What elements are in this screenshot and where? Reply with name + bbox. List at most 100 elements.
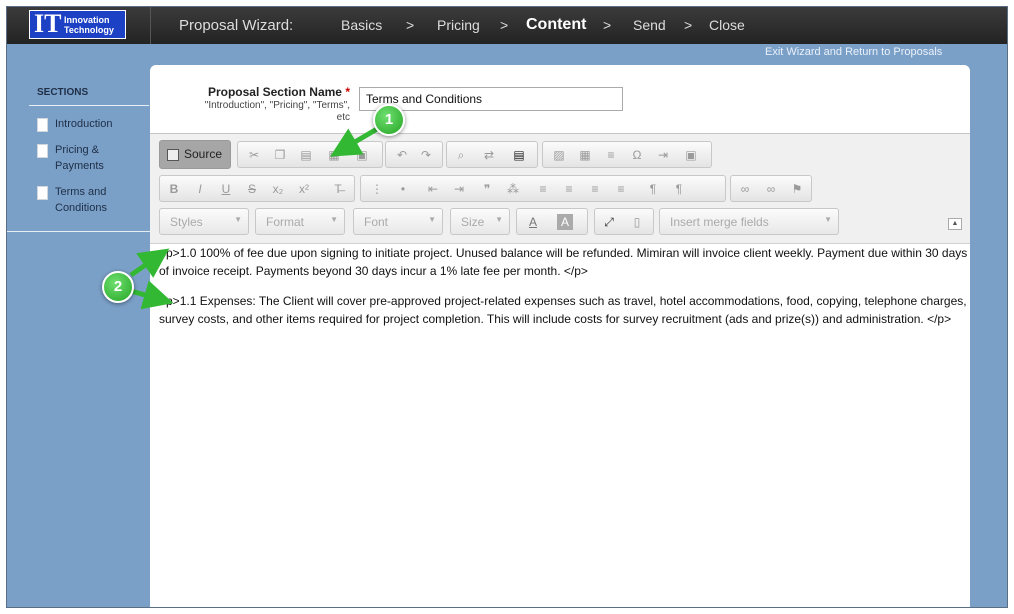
link-group: ∞ ∞ ⚑ xyxy=(730,175,812,202)
remove-format-icon[interactable]: T̶ xyxy=(328,179,348,199)
step-basics[interactable]: Basics xyxy=(341,17,382,33)
text-color-icon[interactable]: A xyxy=(523,212,543,232)
section-name-hint: "Introduction", "Pricing", "Terms", etc xyxy=(204,100,350,123)
redo-icon[interactable]: ↷ xyxy=(416,145,436,165)
strike-icon[interactable]: S xyxy=(242,179,262,199)
chevron-down-icon: ▼ xyxy=(234,215,242,224)
image-icon[interactable]: ▨ xyxy=(549,145,569,165)
source-button[interactable]: Source xyxy=(159,140,231,169)
iframe-icon[interactable]: ▣ xyxy=(681,145,701,165)
special-char-icon[interactable]: Ω xyxy=(627,145,647,165)
find-group: ⌕ ⇄ ▤ xyxy=(446,141,538,168)
insert-group: ▨ ▦ ≡ Ω ⇥ ▣ xyxy=(542,141,712,168)
unlink-icon[interactable]: ∞ xyxy=(761,179,781,199)
chevron-down-icon: ▼ xyxy=(428,215,436,224)
editor-toolbar: Source ✂ ❐ ▤ ▦ ▣ ↶ ↷ ⌕ ⇄ ▤ ▨ ▦ ≡ Ω ⇥ ▣ B… xyxy=(150,134,970,244)
bold-icon[interactable]: B xyxy=(164,179,184,199)
ltr-icon[interactable]: ¶ xyxy=(643,179,663,199)
chevron-down-icon: ▼ xyxy=(495,215,503,224)
find-icon[interactable]: ⌕ xyxy=(451,145,471,165)
size-dropdown[interactable]: Size ▼ xyxy=(450,208,510,235)
anchor-flag-icon[interactable]: ⚑ xyxy=(787,179,807,199)
table-icon[interactable]: ▦ xyxy=(575,145,595,165)
annotation-badge-1: 1 xyxy=(373,104,405,136)
cut-icon[interactable]: ✂ xyxy=(244,145,264,165)
chevron-down-icon: ▼ xyxy=(824,215,832,224)
sections-heading: SECTIONS xyxy=(37,87,89,98)
source-paragraph: <p>1.0 100% of fee due upon signing to i… xyxy=(159,246,968,278)
chevron-down-icon: ▼ xyxy=(330,215,338,224)
wizard-title: Proposal Wizard: xyxy=(179,17,294,34)
document-icon xyxy=(37,144,48,158)
sidebar-item-label: Introduction xyxy=(55,118,113,130)
top-bar: IT Innovation Technology Proposal Wizard… xyxy=(7,7,1007,44)
collapse-toolbar-icon[interactable]: ▲ xyxy=(948,218,962,230)
rtl-icon[interactable]: ¶ xyxy=(669,179,689,199)
copy-icon[interactable]: ❐ xyxy=(270,145,290,165)
rich-text-editor: Source ✂ ❐ ▤ ▦ ▣ ↶ ↷ ⌕ ⇄ ▤ ▨ ▦ ≡ Ω ⇥ ▣ B… xyxy=(150,133,970,607)
align-left-icon[interactable]: ≡ xyxy=(533,179,553,199)
superscript-icon[interactable]: x² xyxy=(294,179,314,199)
app-window: IT Innovation Technology Proposal Wizard… xyxy=(6,6,1008,608)
styles-dropdown[interactable]: Styles ▼ xyxy=(159,208,249,235)
content-panel: Proposal Section Name * "Introduction", … xyxy=(150,65,970,607)
font-dropdown[interactable]: Font ▼ xyxy=(353,208,443,235)
blockquote-icon[interactable]: ❞ xyxy=(477,179,497,199)
align-right-icon[interactable]: ≡ xyxy=(585,179,605,199)
paste-word-icon[interactable]: ▣ xyxy=(352,145,372,165)
document-icon xyxy=(37,186,48,200)
step-content[interactable]: Content xyxy=(526,16,586,34)
color-group: A A xyxy=(516,208,588,235)
logo-mark: IT xyxy=(34,9,62,38)
document-icon xyxy=(37,118,48,132)
italic-icon[interactable]: I xyxy=(190,179,210,199)
step-separator: > xyxy=(500,17,509,33)
bg-color-icon[interactable]: A xyxy=(557,214,573,230)
topbar-divider xyxy=(150,7,151,44)
paste-icon[interactable]: ▤ xyxy=(296,145,316,165)
exit-wizard-link[interactable]: Exit Wizard and Return to Proposals xyxy=(765,46,942,58)
sidebar-bottom-divider xyxy=(7,231,150,232)
undo-icon[interactable]: ↶ xyxy=(392,145,412,165)
replace-icon[interactable]: ⇄ xyxy=(479,145,499,165)
sidebar-item-label: Pricing & Payments xyxy=(55,144,104,172)
merge-fields-dropdown[interactable]: Insert merge fields ▼ xyxy=(659,208,839,235)
horizontal-line-icon[interactable]: ≡ xyxy=(601,145,621,165)
step-separator: > xyxy=(603,17,612,33)
format-dropdown[interactable]: Format ▼ xyxy=(255,208,345,235)
numbered-list-icon[interactable]: ⋮ xyxy=(367,179,387,199)
show-blocks-icon[interactable]: ▯ xyxy=(627,212,647,232)
outdent-icon[interactable]: ⇤ xyxy=(423,179,443,199)
company-logo[interactable]: IT Innovation Technology xyxy=(29,9,126,39)
link-icon[interactable]: ∞ xyxy=(735,179,755,199)
clipboard-group: ✂ ❐ ▤ ▦ ▣ xyxy=(237,141,383,168)
annotation-badge-2: 2 xyxy=(102,271,134,303)
sidebar-item-label: Terms and Conditions xyxy=(55,186,107,214)
div-container-icon[interactable]: ⁂ xyxy=(503,179,523,199)
step-close[interactable]: Close xyxy=(709,17,745,33)
required-mark: * xyxy=(345,85,350,99)
subscript-icon[interactable]: x₂ xyxy=(268,179,288,199)
paragraph-group: ⋮ • ⇤ ⇥ ❞ ⁂ ≡ ≡ ≡ ≡ ¶ ¶ xyxy=(360,175,726,202)
align-center-icon[interactable]: ≡ xyxy=(559,179,579,199)
maximize-icon[interactable]: ⤢ xyxy=(599,212,619,232)
underline-icon[interactable]: U xyxy=(216,179,236,199)
sidebar-divider xyxy=(29,105,149,106)
indent-icon[interactable]: ⇥ xyxy=(449,179,469,199)
step-separator: > xyxy=(406,17,415,33)
basic-styles-group: B I U S x₂ x² T̶ xyxy=(159,175,355,202)
source-icon xyxy=(167,149,179,161)
editor-source-content[interactable]: <p>1.0 100% of fee due upon signing to i… xyxy=(159,244,969,340)
step-send[interactable]: Send xyxy=(633,17,666,33)
step-separator: > xyxy=(684,17,693,33)
paste-text-icon[interactable]: ▦ xyxy=(324,145,344,165)
select-all-icon[interactable]: ▤ xyxy=(509,145,529,165)
page-break-icon[interactable]: ⇥ xyxy=(653,145,673,165)
step-pricing[interactable]: Pricing xyxy=(437,17,480,33)
undo-redo-group: ↶ ↷ xyxy=(385,141,443,168)
bulleted-list-icon[interactable]: • xyxy=(393,179,413,199)
justify-icon[interactable]: ≡ xyxy=(611,179,631,199)
view-group: ⤢ ▯ xyxy=(594,208,654,235)
source-paragraph: <p>1.1 Expenses: The Client will cover p… xyxy=(159,294,967,326)
logo-name: Innovation Technology xyxy=(64,15,114,35)
